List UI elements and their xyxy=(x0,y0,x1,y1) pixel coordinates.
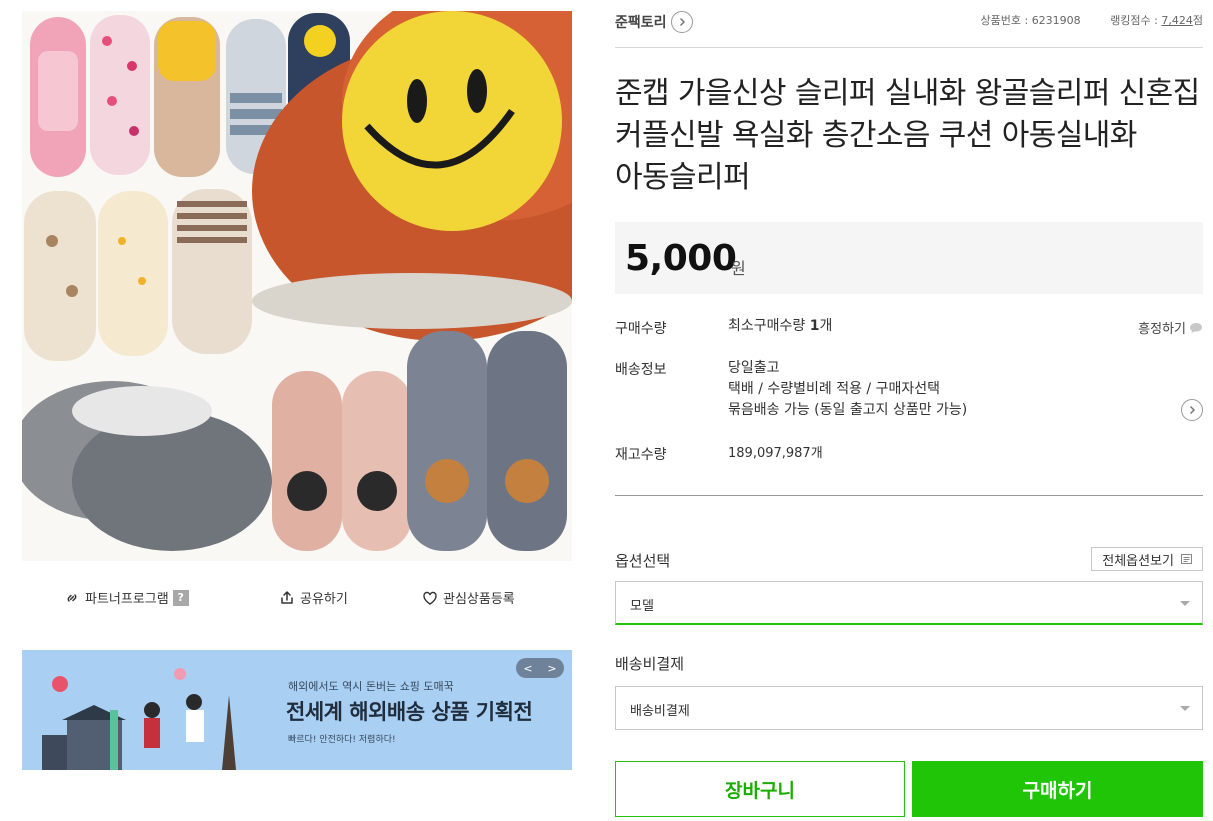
haggle-label: 흥정하기 xyxy=(1138,322,1186,337)
floral-slipper xyxy=(90,15,150,175)
all-options-label: 전체옵션보기 xyxy=(1102,553,1174,569)
banner-illustration xyxy=(42,668,236,770)
share-label: 공유하기 xyxy=(300,592,348,607)
partner-program-label: 파트너프로그램 xyxy=(85,592,169,607)
beige-floral-slipper xyxy=(24,191,96,361)
wishlist-label: 관심상품등록 xyxy=(443,592,515,607)
seller-link[interactable]: 준팩토리 xyxy=(615,11,693,33)
ranking-label: 랭킹점수 : xyxy=(1110,14,1162,27)
ship-pay-select-value: 배송비결제 xyxy=(630,704,690,719)
banner-prev-button[interactable]: < xyxy=(523,662,532,675)
share-button[interactable]: 공유하기 xyxy=(279,588,348,607)
ship-label: 배송정보 xyxy=(615,362,667,378)
chevron-down-icon xyxy=(1180,601,1190,606)
model-select-value: 모델 xyxy=(630,599,654,614)
qty-prefix: 최소구매수량 xyxy=(728,318,810,334)
seller-name: 준팩토리 xyxy=(615,15,667,31)
divider xyxy=(615,495,1203,496)
product-title: 준캡 가을신상 슬리퍼 실내화 왕골슬리퍼 신혼집 커플신발 욕실화 층간소음 … xyxy=(615,76,1200,195)
heart-icon xyxy=(422,590,438,606)
all-options-button[interactable]: 전체옵션보기 xyxy=(1091,547,1203,571)
yellow-slipper xyxy=(154,17,220,177)
share-icon xyxy=(279,590,295,606)
ranking-unit: 점 xyxy=(1192,14,1203,27)
image-actions: 파트너프로그램 ? 공유하기 관심상품등록 xyxy=(22,588,572,614)
qty-label: 구매수량 xyxy=(615,321,667,337)
chevron-right-icon xyxy=(1189,405,1196,415)
ship-line: 당일출고 xyxy=(728,360,780,376)
slippers-photo xyxy=(22,11,572,561)
chevron-right-icon xyxy=(670,11,693,33)
wishlist-button[interactable]: 관심상품등록 xyxy=(422,588,515,607)
brown-stripe-slipper xyxy=(172,189,252,354)
cream-slipper xyxy=(98,191,168,356)
promo-banner[interactable]: 해외에서도 역시 돈버는 쇼핑 도매꾹 전세계 해외배송 상품 기획전 빠르다!… xyxy=(22,650,572,770)
ship-info: 당일출고 택배 / 수량별비례 적용 / 구매자선택 묶음배송 가능 (동일 출… xyxy=(728,358,967,421)
ship-pay-select[interactable]: 배송비결제 xyxy=(615,686,1203,730)
qty-value: 최소구매수량 1개 xyxy=(728,316,832,337)
price-box: 5,000 원 xyxy=(615,222,1203,294)
ship-pay-label: 배송비결제 xyxy=(615,655,685,673)
seller-row: 준팩토리 상품번호 : 6231908 랭킹점수 : 7,424점 xyxy=(615,10,1203,36)
product-info-panel: 준팩토리 상품번호 : 6231908 랭킹점수 : 7,424점 준캡 가을신… xyxy=(615,0,1203,821)
buy-now-button[interactable]: 구매하기 xyxy=(912,761,1203,817)
product-no-label: 상품번호 : xyxy=(980,14,1032,27)
ship-line: 묶음배송 가능 (동일 출고지 상품만 가능) xyxy=(728,402,968,418)
pink-quilted-slipper xyxy=(30,17,86,177)
help-icon[interactable]: ? xyxy=(172,589,189,606)
product-image[interactable] xyxy=(22,11,572,561)
stock-value: 189,097,987개 xyxy=(728,446,823,461)
haggle-button[interactable]: 흥정하기 xyxy=(1138,318,1203,337)
divider xyxy=(615,47,1203,48)
chevron-down-icon xyxy=(1180,706,1190,711)
ranking-score[interactable]: 7,424 xyxy=(1161,14,1193,27)
banner-nav: < > xyxy=(516,658,564,678)
add-to-cart-button[interactable]: 장바구니 xyxy=(615,761,905,817)
ship-detail-button[interactable] xyxy=(1181,399,1203,421)
stock-label: 재고수량 xyxy=(615,447,667,463)
banner-next-button[interactable]: > xyxy=(547,662,556,675)
banner-subtitle: 해외에서도 역시 돈버는 쇼핑 도매꾹 xyxy=(288,680,454,693)
chat-bubble-icon xyxy=(1189,322,1203,334)
banner-title: 전세계 해외배송 상품 기획전 xyxy=(286,700,533,724)
link-icon xyxy=(64,590,80,606)
banner-note: 빠르다! 안전하다! 저렴하다! xyxy=(288,735,396,745)
price-value: 5,000 xyxy=(625,238,737,279)
price-unit: 원 xyxy=(731,259,746,278)
list-icon xyxy=(1181,554,1192,564)
option-select-label: 옵션선택 xyxy=(615,552,671,570)
product-meta: 상품번호 : 6231908 랭킹점수 : 7,424점 xyxy=(981,12,1204,28)
partner-program-link[interactable]: 파트너프로그램 ? xyxy=(64,588,189,607)
ship-line: 택배 / 수량별비례 적용 / 구매자선택 xyxy=(728,381,941,397)
qty-suffix: 개 xyxy=(819,318,833,334)
model-select[interactable]: 모델 xyxy=(615,581,1203,625)
product-no: 6231908 xyxy=(1031,14,1081,27)
